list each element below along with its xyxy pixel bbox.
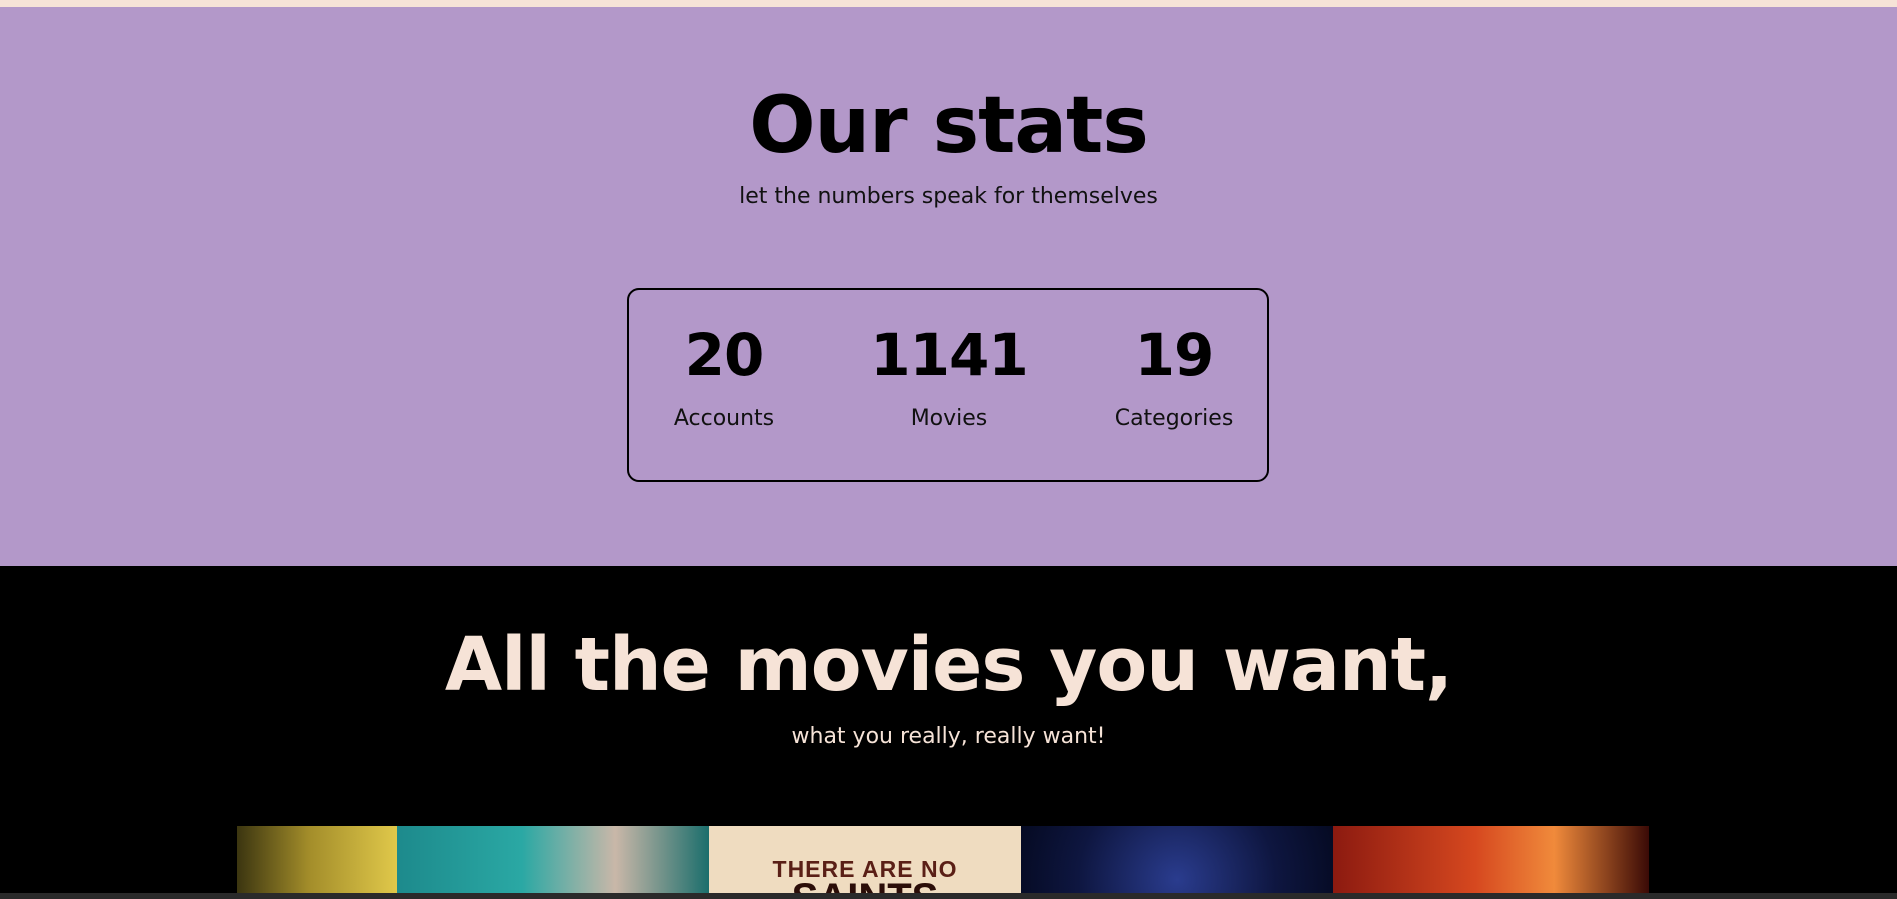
stats-title: Our stats bbox=[749, 81, 1149, 171]
stat-label: Accounts bbox=[673, 406, 775, 431]
stats-subtitle: let the numbers speak for themselves bbox=[739, 184, 1158, 209]
movies-title: All the movies you want, bbox=[444, 622, 1453, 708]
movies-section: All the movies you want, what you really… bbox=[0, 566, 1897, 899]
movie-poster[interactable] bbox=[397, 826, 709, 893]
stat-label: Movies bbox=[910, 406, 988, 431]
bottom-bar bbox=[0, 893, 1897, 899]
movie-poster[interactable] bbox=[1333, 826, 1649, 893]
movie-poster[interactable]: THERE ARE NO SAINTS bbox=[709, 826, 1021, 893]
stat-movies: 1141 Movies bbox=[869, 290, 1029, 432]
movie-poster[interactable] bbox=[237, 826, 397, 893]
stat-categories: 19 Categories bbox=[1094, 290, 1254, 432]
stat-value: 1141 bbox=[870, 321, 1028, 389]
stat-accounts: 20 Accounts bbox=[644, 290, 804, 432]
stats-box: 20 Accounts 1141 Movies 19 Categories bbox=[627, 288, 1269, 482]
stat-label: Categories bbox=[1114, 406, 1234, 431]
movie-poster[interactable] bbox=[1021, 826, 1333, 893]
stat-value: 20 bbox=[684, 321, 765, 389]
stat-value: 19 bbox=[1134, 321, 1215, 389]
poster-carousel[interactable]: THERE ARE NO SAINTS bbox=[237, 826, 1649, 893]
top-strip bbox=[0, 0, 1897, 7]
stats-section: Our stats let the numbers speak for them… bbox=[0, 7, 1897, 566]
poster-title-line: SAINTS bbox=[709, 878, 1021, 893]
movies-subtitle: what you really, really want! bbox=[791, 724, 1106, 749]
